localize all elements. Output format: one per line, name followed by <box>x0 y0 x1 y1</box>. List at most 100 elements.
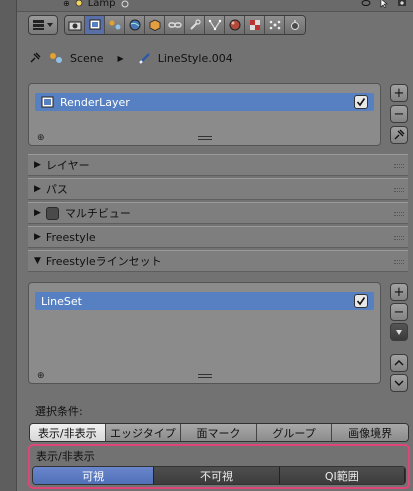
tab-world[interactable] <box>125 16 145 34</box>
panel-title: Freestyleラインセット <box>45 255 162 268</box>
linestyle-brush-icon <box>138 53 150 64</box>
checkmark-icon <box>356 297 366 306</box>
select-cursor-icon[interactable] <box>379 0 389 8</box>
pin-render-layer-button[interactable] <box>390 126 408 144</box>
breadcrumb-linestyle: LineStyle.004 <box>157 51 233 65</box>
camera-icon <box>68 21 81 31</box>
lineset-enable-checkbox[interactable] <box>354 294 368 308</box>
render-layer-enable-checkbox[interactable] <box>354 95 368 109</box>
selection-by-label: 選択条件: <box>35 405 83 418</box>
select-by-image-border-tab[interactable]: 画像境界 <box>332 424 408 441</box>
panel-freestyle[interactable]: ▶ Freestyle <box>28 226 408 248</box>
pin-icon[interactable] <box>28 51 42 65</box>
tab-scene[interactable] <box>105 16 125 34</box>
chevron-up-icon <box>394 360 404 366</box>
lamp-data-icon <box>121 0 128 7</box>
breadcrumb: Scene ▶ LineStyle.004 <box>28 48 233 68</box>
tab-data[interactable] <box>205 16 225 34</box>
constraint-link-icon <box>167 22 182 28</box>
tab-material[interactable] <box>225 16 245 34</box>
remove-lineset-button[interactable]: − <box>390 303 408 321</box>
dropdown-arrow-icon <box>396 330 402 335</box>
panel-drag-grip[interactable] <box>394 260 404 264</box>
multiview-enable-checkbox[interactable] <box>45 206 59 220</box>
physics-icon <box>291 20 299 30</box>
tab-object[interactable] <box>145 16 165 34</box>
left-region-strip <box>0 0 17 491</box>
panel-passes[interactable]: ▶ パス <box>28 178 408 200</box>
top-outliner-strip: ⊕ Lamp <box>17 0 413 12</box>
list-resize-grip[interactable] <box>197 374 212 378</box>
tab-particles[interactable] <box>265 16 285 34</box>
linesets-list: LineSet ⊕ <box>28 282 381 384</box>
collapsed-arrow-icon: ▶ <box>34 232 41 242</box>
tab-render[interactable] <box>65 16 85 34</box>
list-filter-options-icon[interactable]: ⊕ <box>37 133 45 143</box>
tab-render-layers[interactable] <box>85 16 105 34</box>
panel-title: パス <box>45 183 68 196</box>
pin-icon <box>394 129 405 140</box>
add-lineset-button[interactable]: + <box>390 283 408 301</box>
properties-editor-icon <box>33 20 53 30</box>
editor-type-menu[interactable] <box>28 15 58 35</box>
lamp-object-icon <box>75 0 83 6</box>
list-item-lineset[interactable]: LineSet <box>35 292 374 310</box>
select-by-group-tab[interactable]: グループ <box>256 424 333 441</box>
selection-by-tabs: 表示/非表示 エッジタイプ 面マーク グループ 画像境界 <box>29 423 409 442</box>
tab-constraints[interactable] <box>165 16 185 34</box>
collapsed-arrow-icon: ▶ <box>34 208 41 218</box>
move-lineset-down-button[interactable] <box>390 374 408 392</box>
panel-drag-grip[interactable] <box>394 164 404 168</box>
panel-title: Freestyle <box>45 230 96 244</box>
render-camera-icon[interactable] <box>397 0 407 8</box>
properties-header <box>28 14 306 36</box>
visibility-options: 可視 不可視 QI範囲 <box>32 466 406 485</box>
collapsed-arrow-icon: ▶ <box>34 160 41 170</box>
breadcrumb-scene: Scene <box>70 51 104 65</box>
list-item-label: LineSet <box>41 294 82 308</box>
collapsed-arrow-icon: ▶ <box>34 184 41 194</box>
chevron-down-icon <box>394 380 404 386</box>
visibility-visible-option[interactable]: 可視 <box>33 467 155 484</box>
panel-drag-grip[interactable] <box>394 212 404 216</box>
panel-title: マルチビュー <box>64 207 131 220</box>
list-filter-options-icon[interactable]: ⊕ <box>37 371 45 381</box>
lineset-specials-menu[interactable] <box>390 323 408 341</box>
wrench-icon <box>189 19 201 30</box>
scene-icon <box>50 53 62 63</box>
select-by-edge-types-tab[interactable]: エッジタイプ <box>105 424 182 441</box>
scene-icon <box>109 20 120 30</box>
panel-layers[interactable]: ▶ レイヤー <box>28 154 408 176</box>
list-resize-grip[interactable] <box>197 136 212 140</box>
select-by-visibility-tab[interactable]: 表示/非表示 <box>30 424 106 441</box>
visibility-label: 表示/非表示 <box>36 450 95 463</box>
breadcrumb-separator-icon: ▶ <box>117 53 124 63</box>
panel-drag-grip[interactable] <box>394 188 404 192</box>
context-tabs <box>64 15 306 35</box>
panel-title: レイヤー <box>45 159 90 172</box>
move-lineset-up-button[interactable] <box>390 354 408 372</box>
expanded-arrow-icon: ▼ <box>34 256 41 266</box>
outliner-lamp-row[interactable]: ⊕ Lamp <box>63 0 130 9</box>
add-render-layer-button[interactable]: + <box>390 84 408 102</box>
tab-modifiers[interactable] <box>185 16 205 34</box>
tab-texture[interactable] <box>245 16 265 34</box>
visibility-eye-icon[interactable] <box>361 0 371 8</box>
render-layers-icon <box>41 96 54 108</box>
select-by-face-marks-tab[interactable]: 面マーク <box>181 424 257 441</box>
panel-multiview[interactable]: ▶ マルチビュー <box>28 202 408 224</box>
mesh-data-icon <box>208 19 221 31</box>
render-layers-icon <box>89 19 100 30</box>
panel-freestyle-linesets[interactable]: ▼ Freestyleラインセット <box>28 250 408 272</box>
visibility-hidden-option[interactable]: 不可視 <box>154 467 280 484</box>
world-icon <box>129 19 140 31</box>
tab-physics[interactable] <box>285 16 305 34</box>
remove-render-layer-button[interactable]: − <box>390 105 408 123</box>
outliner-object-label: Lamp <box>87 0 116 9</box>
particles-icon <box>269 20 280 30</box>
visibility-qi-range-option[interactable]: QI範囲 <box>279 467 405 484</box>
render-layers-list: RenderLayer ⊕ <box>28 83 381 146</box>
list-item-renderlayer[interactable]: RenderLayer <box>35 93 374 111</box>
expand-plus-icon[interactable]: ⊕ <box>63 0 70 8</box>
panel-drag-grip[interactable] <box>394 236 404 240</box>
